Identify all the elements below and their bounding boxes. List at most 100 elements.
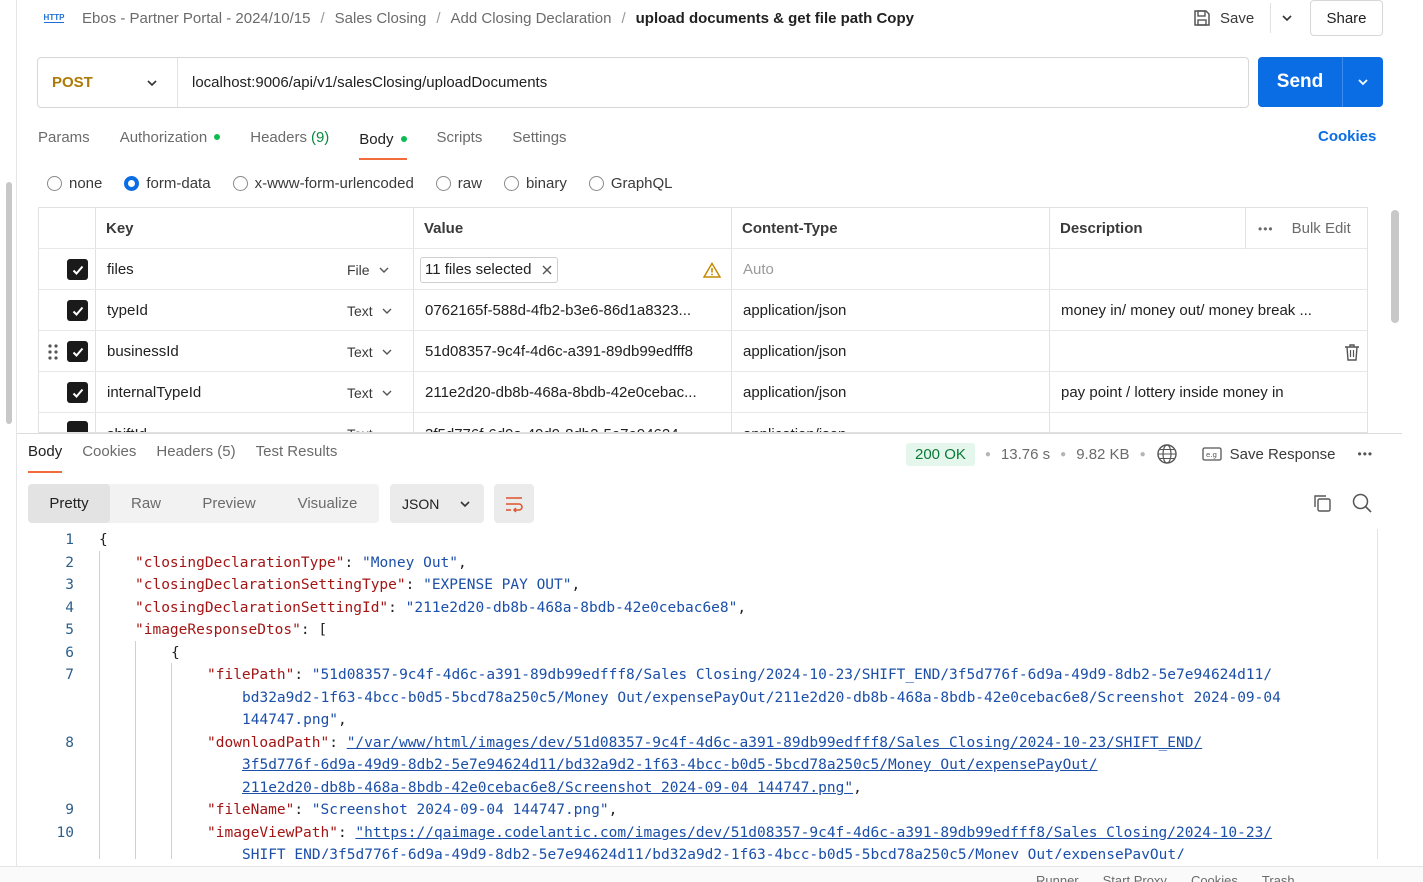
request-name[interactable]: upload documents & get file path Copy xyxy=(636,10,914,27)
row-content-type[interactable]: application/json xyxy=(743,331,846,372)
tab-test-results[interactable]: Test Results xyxy=(256,443,338,473)
row-description[interactable]: pay point / lottery inside money in xyxy=(1061,372,1284,413)
cookies-button[interactable]: Cookies xyxy=(1191,873,1238,882)
save-button[interactable]: Save xyxy=(1192,3,1254,33)
row-type-select[interactable]: Text xyxy=(347,372,395,413)
response-time[interactable]: 13.76 s xyxy=(1001,446,1050,463)
radio-button xyxy=(47,175,62,191)
row-content-type[interactable]: application/json xyxy=(743,290,846,331)
row-content-type[interactable]: Auto xyxy=(743,249,774,290)
row-key[interactable]: businessId xyxy=(107,331,179,372)
radio-graphql[interactable]: GraphQL xyxy=(588,172,673,194)
view-preview[interactable]: Preview xyxy=(182,484,276,523)
radio-x-www-form-urlencoded[interactable]: x-www-form-urlencoded xyxy=(232,172,414,194)
pane-divider[interactable] xyxy=(17,433,1402,434)
row-content-type[interactable]: application/json xyxy=(743,413,846,432)
row-type-select[interactable]: File xyxy=(347,249,392,290)
runner-button[interactable]: Runner xyxy=(1036,873,1079,882)
copy-icon[interactable] xyxy=(1311,492,1333,517)
table-scrollbar[interactable] xyxy=(1391,210,1399,323)
breadcrumb-item[interactable]: Ebos - Partner Portal - 2024/10/15 xyxy=(82,10,310,27)
row-key[interactable]: internalTypeId xyxy=(107,372,201,413)
drag-handle-icon[interactable] xyxy=(47,331,59,372)
share-button[interactable]: Share xyxy=(1310,0,1383,36)
tab-body[interactable]: Body xyxy=(359,126,407,160)
delete-icon[interactable] xyxy=(1344,331,1360,372)
view-visualize[interactable]: Visualize xyxy=(276,484,379,523)
cookies-link[interactable]: Cookies xyxy=(1318,128,1376,145)
format-select[interactable]: JSON xyxy=(390,484,484,523)
row-value[interactable]: 51d08357-9c4f-4d6c-a391-89db99edfff8 xyxy=(425,331,725,372)
sidebar-scrollbar[interactable] xyxy=(6,182,12,424)
radio-button xyxy=(588,175,604,191)
start-proxy-button[interactable]: Start Proxy xyxy=(1103,873,1167,882)
radio-binary[interactable]: binary xyxy=(503,172,567,194)
breadcrumb-item[interactable]: Add Closing Declaration xyxy=(451,10,612,27)
row-checkbox[interactable] xyxy=(67,300,88,321)
row-value[interactable]: 0762165f-588d-4fb2-b3e6-86d1a8323... xyxy=(425,290,725,331)
tab-response-body[interactable]: Body xyxy=(28,443,63,473)
tab-params[interactable]: Params xyxy=(38,126,90,148)
response-size[interactable]: 9.82 KB xyxy=(1076,446,1129,463)
row-type-select[interactable]: Text xyxy=(347,331,395,372)
code-scrollbar[interactable] xyxy=(1377,529,1378,859)
row-description[interactable]: money in/ money out/ money break ... xyxy=(1061,290,1361,331)
save-response-button[interactable]: e.g Save Response xyxy=(1201,446,1336,463)
row-checkbox[interactable] xyxy=(67,259,88,280)
row-type-select[interactable]: Text xyxy=(347,290,395,331)
response-body-viewer[interactable]: 1{ 2 "closingDeclarationType": "Money Out… xyxy=(28,529,1378,859)
checkmark-icon xyxy=(72,265,83,275)
globe-icon[interactable] xyxy=(1156,443,1178,465)
row-value[interactable]: 3f5d776f-6d9a-49d9-8db2-5e7e94624... xyxy=(425,413,725,432)
row-checkbox[interactable] xyxy=(67,341,88,362)
column-header-value: Value xyxy=(424,220,464,237)
row-value[interactable]: 211e2d20-db8b-468a-8bdb-42e0cebac... xyxy=(425,372,725,413)
checkmark-icon xyxy=(72,388,83,398)
chevron-down-icon xyxy=(382,349,392,355)
tab-settings[interactable]: Settings xyxy=(512,126,566,148)
more-icon[interactable]: ••• xyxy=(1358,447,1374,461)
row-key[interactable]: typeId xyxy=(107,290,148,331)
row-content-type[interactable]: application/json xyxy=(743,372,846,413)
save-options-button[interactable] xyxy=(1270,3,1302,33)
files-chip[interactable]: 11 files selected xyxy=(420,256,559,283)
radio-button-selected xyxy=(124,175,140,191)
send-button[interactable]: Send xyxy=(1258,57,1342,107)
radio-raw[interactable]: raw xyxy=(435,172,482,194)
bulk-edit-button[interactable]: ••• Bulk Edit xyxy=(1245,208,1367,249)
send-options-button[interactable] xyxy=(1342,57,1383,107)
status-bar: Runner Start Proxy Cookies Trash xyxy=(0,866,1423,882)
url-input[interactable] xyxy=(178,58,1248,107)
row-checkbox[interactable] xyxy=(67,382,88,403)
request-tabs: Params Authorization Headers (9) Body Scr… xyxy=(38,126,567,160)
column-header-key: Key xyxy=(106,220,134,237)
chevron-down-icon xyxy=(460,500,470,507)
radio-none[interactable]: none xyxy=(47,172,102,194)
method-select[interactable]: POST xyxy=(38,58,178,107)
row-type-select[interactable]: Text xyxy=(347,413,373,432)
breadcrumb: HTTP Ebos - Partner Portal - 2024/10/15 … xyxy=(42,6,914,30)
trash-button[interactable]: Trash xyxy=(1262,873,1295,882)
tab-headers[interactable]: Headers (9) xyxy=(250,126,329,148)
tab-scripts[interactable]: Scripts xyxy=(437,126,483,148)
row-checkbox[interactable] xyxy=(67,421,88,432)
wrap-lines-button[interactable] xyxy=(494,484,534,523)
tab-authorization[interactable]: Authorization xyxy=(120,126,221,148)
status-badge[interactable]: 200 OK xyxy=(906,442,975,466)
warning-icon[interactable] xyxy=(703,249,721,290)
breadcrumb-item[interactable]: Sales Closing xyxy=(335,10,427,27)
search-icon[interactable] xyxy=(1351,492,1373,517)
close-icon[interactable] xyxy=(541,264,553,276)
response-meta: 200 OK ● 13.76 s ● 9.82 KB ● e.g Save Re… xyxy=(906,441,1373,467)
view-raw[interactable]: Raw xyxy=(110,484,182,523)
view-pretty[interactable]: Pretty xyxy=(28,484,110,523)
chevron-down-icon xyxy=(382,390,392,396)
tab-response-cookies[interactable]: Cookies xyxy=(82,443,136,473)
radio-form-data[interactable]: form-data xyxy=(124,172,211,194)
modified-indicator xyxy=(400,136,407,142)
save-response-icon: e.g xyxy=(1201,447,1222,461)
row-key[interactable]: shiftId xyxy=(107,413,147,432)
form-data-table: Key Value Content-Type Description ••• B… xyxy=(38,207,1368,433)
tab-response-headers[interactable]: Headers (5) xyxy=(156,443,235,473)
row-key[interactable]: files xyxy=(107,249,134,290)
